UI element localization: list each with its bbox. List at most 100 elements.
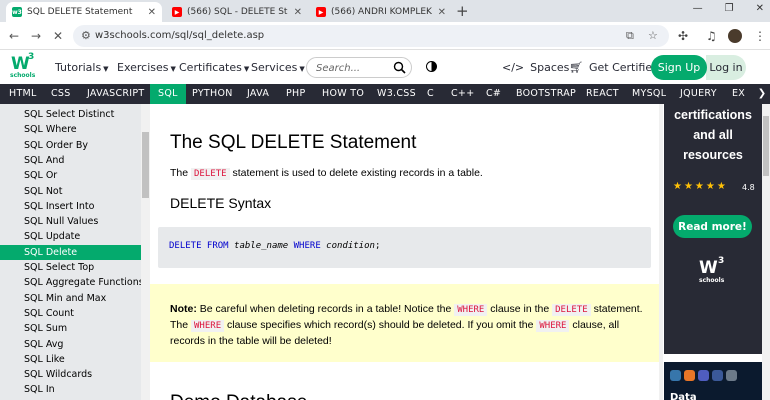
subnav-css[interactable]: CSS <box>51 84 71 104</box>
media-icon[interactable]: ♫ <box>706 29 717 43</box>
browser-tab-youtube-1[interactable]: ▶ (566) SQL - DELETE Statement - ✕ <box>166 2 308 22</box>
subnav-html[interactable]: HTML <box>9 84 37 104</box>
note-segment: clause specifies which record(s) should … <box>224 319 537 331</box>
sidebar-item-sum[interactable]: SQL Sum <box>0 321 141 336</box>
minimize-icon[interactable]: — <box>693 3 703 14</box>
subnav-c[interactable]: C <box>427 84 434 104</box>
sidebar-scrollbar-thumb[interactable] <box>142 132 149 198</box>
intro-paragraph: The DELETE statement is used to delete e… <box>170 167 483 180</box>
logo-letter: W <box>699 258 718 278</box>
menu-tutorials[interactable]: Tutorials ▼ <box>55 61 109 74</box>
get-certified-label: Get Certified <box>588 61 660 74</box>
subnav-javascript[interactable]: JAVASCRIPT <box>87 84 145 104</box>
site-settings-icon[interactable]: ⚙ <box>81 29 91 42</box>
subnav-ex[interactable]: EX <box>732 84 745 104</box>
subnav-how-to[interactable]: HOW TO <box>322 84 364 104</box>
subnav-mysql[interactable]: MYSQL <box>632 84 666 104</box>
w3schools-logo[interactable]: W 3 schools <box>9 52 37 82</box>
search-icon <box>726 370 737 381</box>
maximize-icon[interactable]: ❐ <box>725 3 734 14</box>
reload-icon[interactable]: ✕ <box>53 29 63 43</box>
sidebar-scrollbar[interactable] <box>141 104 150 400</box>
subnav-sql[interactable]: SQL <box>150 84 186 104</box>
data-ad[interactable]: Data <box>664 362 762 400</box>
subnav-csharp[interactable]: C# <box>486 84 501 104</box>
login-button[interactable]: Log in <box>706 55 746 80</box>
sidebar-item-select-distinct[interactable]: SQL Select Distinct <box>0 107 141 122</box>
close-tab-icon[interactable]: ✕ <box>438 7 446 18</box>
code-icon: </> <box>502 61 525 74</box>
sidebar-item-select-top[interactable]: SQL Select Top <box>0 260 141 275</box>
search-input[interactable] <box>316 61 390 75</box>
browser-tab-sql-delete[interactable]: w3 SQL DELETE Statement ✕ <box>6 2 162 22</box>
menu-label: Exercises <box>117 61 169 74</box>
sidebar-item-count[interactable]: SQL Count <box>0 306 141 321</box>
close-tab-icon[interactable]: ✕ <box>294 7 302 18</box>
caret-down-icon: ▼ <box>299 65 305 73</box>
inline-code: WHERE <box>191 320 225 332</box>
sidebar-item-null-values[interactable]: SQL Null Values <box>0 214 141 229</box>
browser-tab-youtube-2[interactable]: ▶ (566) ANDRI KOMPLEKS SKUPE ✕ <box>310 2 452 22</box>
ad-line: resources <box>683 148 743 162</box>
subnav-bootstrap[interactable]: BOOTSTRAP <box>516 84 576 104</box>
demo-database-heading: Demo Database <box>170 392 307 400</box>
back-icon[interactable]: ← <box>9 29 19 43</box>
browser-menu-icon[interactable]: ⋮ <box>754 29 766 43</box>
syntax-code-block: DELETE FROM table_name WHERE condition; <box>158 227 651 268</box>
subject-nav: HTML CSS JAVASCRIPT SQL PYTHON JAVA PHP … <box>0 84 770 104</box>
sidebar-item-in[interactable]: SQL In <box>0 382 141 397</box>
close-window-icon[interactable]: ✕ <box>756 3 764 14</box>
forward-icon[interactable]: → <box>31 29 41 43</box>
code-line: DELETE FROM table_name WHERE condition; <box>169 241 380 251</box>
subnav-php[interactable]: PHP <box>286 84 306 104</box>
new-tab-button[interactable]: + <box>456 3 469 19</box>
sidebar-item-delete[interactable]: SQL Delete <box>0 244 141 260</box>
subnav-python[interactable]: PYTHON <box>192 84 233 104</box>
sidebar-item-update[interactable]: SQL Update <box>0 229 141 244</box>
menu-services[interactable]: Services ▼ <box>251 61 305 74</box>
page-scrollbar-thumb[interactable] <box>763 116 769 176</box>
bookmark-star-icon[interactable]: ☆ <box>648 29 658 42</box>
caret-down-icon: ▼ <box>170 65 176 73</box>
translate-icon[interactable]: ⧉ <box>626 29 634 43</box>
note-text: Note: Be careful when deleting records i… <box>170 302 650 349</box>
certifications-ad: certifications and all resources ★★★★★ 4… <box>664 104 762 354</box>
sidebar-item-not[interactable]: SQL Not <box>0 184 141 199</box>
spaces-label: Spaces <box>530 61 570 74</box>
main-scrollbar[interactable] <box>659 104 663 400</box>
menu-certificates[interactable]: Certificates ▼ <box>179 61 249 74</box>
menu-exercises[interactable]: Exercises ▼ <box>117 61 176 74</box>
subnav-cpp[interactable]: C++ <box>451 84 474 104</box>
spaces-link[interactable]: </> Spaces <box>502 61 569 74</box>
signup-button[interactable]: Sign Up <box>651 55 707 80</box>
sidebar-item-insert-into[interactable]: SQL Insert Into <box>0 199 141 214</box>
search-icon[interactable] <box>393 61 406 74</box>
ad-line: certifications <box>674 108 752 122</box>
address-bar[interactable]: ⚙ w3schools.com/sql/sql_delete.asp ⧉ ☆ <box>73 25 669 47</box>
subnav-scroll-right-icon[interactable]: ❯ <box>754 84 770 104</box>
sidebar-item-wildcards[interactable]: SQL Wildcards <box>0 367 141 382</box>
sidebar-item-order-by[interactable]: SQL Order By <box>0 138 141 153</box>
extensions-icon[interactable]: ✣ <box>678 29 688 43</box>
read-more-button[interactable]: Read more! <box>673 215 752 238</box>
caret-down-icon: ▼ <box>243 65 250 73</box>
page-scrollbar[interactable] <box>762 104 770 400</box>
sidebar-item-aggregate-functions[interactable]: SQL Aggregate Functions <box>0 275 144 290</box>
tab-title: (566) ANDRI KOMPLEKS SKUPE <box>331 7 432 17</box>
sidebar-item-or[interactable]: SQL Or <box>0 168 141 183</box>
sidebar-item-like[interactable]: SQL Like <box>0 352 141 367</box>
sidebar-item-and[interactable]: SQL And <box>0 153 141 168</box>
sidebar-item-min-max[interactable]: SQL Min and Max <box>0 291 141 306</box>
theme-toggle-icon[interactable] <box>426 61 437 72</box>
sidebar-item-avg[interactable]: SQL Avg <box>0 337 141 352</box>
logo-text: schools <box>699 277 725 284</box>
get-certified-link[interactable]: 🛒︎ Get Certified <box>569 61 659 74</box>
menu-label: Certificates <box>179 61 242 74</box>
subnav-react[interactable]: REACT <box>586 84 619 104</box>
close-tab-icon[interactable]: ✕ <box>148 7 156 18</box>
profile-avatar-icon[interactable] <box>728 29 742 43</box>
subnav-w3css[interactable]: W3.CSS <box>377 84 416 104</box>
subnav-jquery[interactable]: JQUERY <box>680 84 717 104</box>
sidebar-item-where[interactable]: SQL Where <box>0 122 141 137</box>
subnav-java[interactable]: JAVA <box>247 84 269 104</box>
